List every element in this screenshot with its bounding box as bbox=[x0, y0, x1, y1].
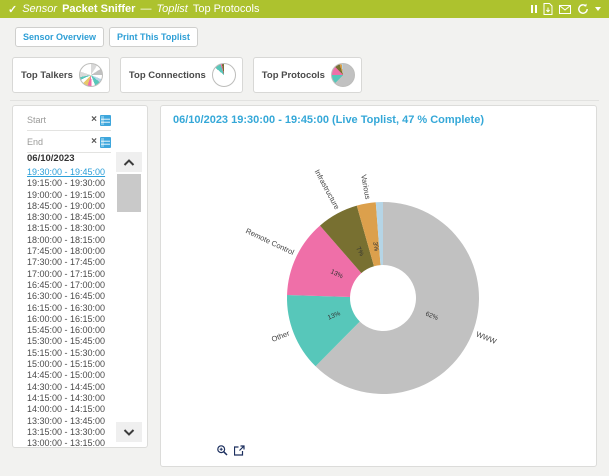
toplist-type-label: Toplist bbox=[156, 3, 187, 15]
pie-chart-icon bbox=[79, 63, 103, 87]
clear-end-icon[interactable]: × bbox=[91, 137, 97, 147]
sensor-type-label: Sensor bbox=[22, 3, 57, 15]
interval-item[interactable]: 15:15:00 - 15:30:00 bbox=[27, 348, 111, 359]
interval-item[interactable]: 14:00:00 - 14:15:00 bbox=[27, 404, 111, 415]
interval-item[interactable]: 13:00:00 - 13:15:00 bbox=[27, 438, 111, 449]
status-check-icon: ✓ bbox=[8, 3, 17, 16]
chart-actions bbox=[217, 445, 245, 456]
interval-item[interactable]: 15:30:00 - 15:45:00 bbox=[27, 336, 111, 347]
pie-chart-icon bbox=[331, 63, 355, 87]
protocol-donut-chart: 62%WWW13%Other13%Remote Control7%Infrast… bbox=[161, 106, 598, 468]
interval-item[interactable]: 18:00:00 - 18:15:00 bbox=[27, 235, 111, 246]
interval-item[interactable]: 16:00:00 - 16:15:00 bbox=[27, 314, 111, 325]
toolbar: Sensor Overview Print This Toplist bbox=[15, 27, 198, 47]
interval-item[interactable]: 13:15:00 - 13:30:00 bbox=[27, 427, 111, 438]
scroll-down-button[interactable] bbox=[116, 422, 142, 442]
interval-item[interactable]: 17:45:00 - 18:00:00 bbox=[27, 246, 111, 257]
scroll-up-button[interactable] bbox=[116, 152, 142, 172]
sensor-name[interactable]: Packet Sniffer bbox=[62, 3, 135, 15]
start-date-input[interactable] bbox=[27, 115, 88, 125]
interval-item[interactable]: 19:15:00 - 19:30:00 bbox=[27, 178, 111, 189]
interval-date-header: 06/10/2023 bbox=[27, 153, 75, 164]
tab-label: Top Connections bbox=[129, 70, 206, 81]
clear-start-icon[interactable]: × bbox=[91, 115, 97, 125]
section-divider bbox=[10, 100, 599, 101]
interval-item[interactable]: 13:30:00 - 13:45:00 bbox=[27, 416, 111, 427]
header-action-icons bbox=[531, 3, 601, 15]
sensor-header-bar: ✓ Sensor Packet Sniffer — Toplist Top Pr… bbox=[0, 0, 609, 18]
interval-item[interactable]: 19:30:00 - 19:45:00 bbox=[27, 167, 111, 178]
interval-item[interactable]: 14:15:00 - 14:30:00 bbox=[27, 393, 111, 404]
external-link-icon[interactable] bbox=[234, 445, 245, 456]
refresh-icon[interactable] bbox=[577, 3, 589, 15]
chevron-down-icon bbox=[123, 429, 135, 436]
interval-item[interactable]: 16:30:00 - 16:45:00 bbox=[27, 291, 111, 302]
tab-label: Top Talkers bbox=[21, 70, 73, 81]
interval-item[interactable]: 19:00:00 - 19:15:00 bbox=[27, 190, 111, 201]
end-date-input[interactable] bbox=[27, 137, 88, 147]
interval-item[interactable]: 17:00:00 - 17:15:00 bbox=[27, 269, 111, 280]
interval-item[interactable]: 14:30:00 - 14:45:00 bbox=[27, 382, 111, 393]
toplist-chart-panel: 06/10/2023 19:30:00 - 19:45:00 (Live Top… bbox=[160, 105, 597, 467]
interval-item[interactable]: 15:00:00 - 15:15:00 bbox=[27, 359, 111, 370]
zoom-in-icon[interactable] bbox=[217, 445, 228, 456]
slice-name-label: Infrastructure bbox=[313, 168, 342, 211]
sensor-overview-button[interactable]: Sensor Overview bbox=[15, 27, 104, 47]
slice-name-label: WWW bbox=[475, 330, 499, 347]
email-icon[interactable] bbox=[559, 5, 571, 14]
calendar-icon[interactable] bbox=[100, 137, 111, 148]
end-date-row: × bbox=[27, 132, 111, 153]
report-icon[interactable] bbox=[543, 3, 553, 15]
slice-name-label: Other bbox=[270, 328, 291, 344]
tab-top-protocols[interactable]: Top Protocols bbox=[253, 57, 362, 93]
tab-top-talkers[interactable]: Top Talkers bbox=[12, 57, 110, 93]
interval-item[interactable]: 18:45:00 - 19:00:00 bbox=[27, 201, 111, 212]
interval-item[interactable]: 17:30:00 - 17:45:00 bbox=[27, 257, 111, 268]
scrollbar-thumb[interactable] bbox=[117, 174, 141, 212]
header-separator: — bbox=[140, 3, 151, 15]
time-filter-panel: × × 06/10/2023 19:30:00 - 19:45:0019:15:… bbox=[12, 105, 148, 448]
pause-icon[interactable] bbox=[531, 5, 537, 13]
tab-top-connections[interactable]: Top Connections bbox=[120, 57, 243, 93]
interval-scrollbar[interactable] bbox=[116, 152, 142, 442]
pie-chart-icon bbox=[212, 63, 236, 87]
tab-label: Top Protocols bbox=[262, 70, 325, 81]
interval-item[interactable]: 14:45:00 - 15:00:00 bbox=[27, 370, 111, 381]
toplist-tabs: Top Talkers Top Connections Top Protocol… bbox=[12, 57, 362, 93]
interval-item[interactable]: 18:30:00 - 18:45:00 bbox=[27, 212, 111, 223]
interval-list: 19:30:00 - 19:45:0019:15:00 - 19:30:0019… bbox=[27, 167, 111, 449]
start-date-row: × bbox=[27, 110, 111, 131]
print-toplist-button[interactable]: Print This Toplist bbox=[109, 27, 198, 47]
slice-name-label: Remote Control bbox=[244, 226, 296, 257]
caret-down-icon[interactable] bbox=[595, 7, 601, 11]
chevron-up-icon bbox=[123, 159, 135, 166]
slice-name-label: Various bbox=[359, 174, 372, 200]
interval-item[interactable]: 18:15:00 - 18:30:00 bbox=[27, 223, 111, 234]
calendar-icon[interactable] bbox=[100, 115, 111, 126]
interval-item[interactable]: 16:45:00 - 17:00:00 bbox=[27, 280, 111, 291]
interval-item[interactable]: 15:45:00 - 16:00:00 bbox=[27, 325, 111, 336]
interval-item[interactable]: 16:15:00 - 16:30:00 bbox=[27, 303, 111, 314]
toplist-name: Top Protocols bbox=[193, 3, 260, 15]
